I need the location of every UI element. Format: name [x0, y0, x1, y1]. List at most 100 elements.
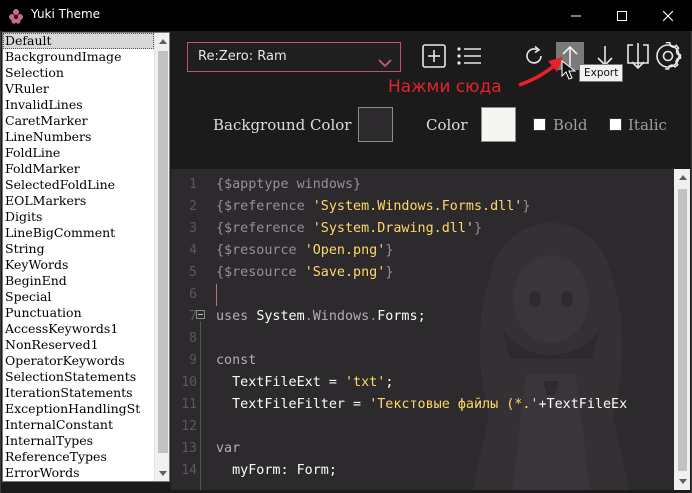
list-item[interactable]: CaretMarker: [3, 113, 154, 129]
list-item[interactable]: SelectedFoldLine: [3, 177, 154, 193]
line-number: 10: [181, 375, 197, 390]
code-editor[interactable]: 1 2 3 4 5 6 7 8 9 10 11 12 13 14 {$apptype windows} {$…: [171, 169, 690, 490]
line-number: 14: [181, 463, 197, 478]
list-item[interactable]: InvalidLines: [3, 97, 154, 113]
list-item[interactable]: Punctuation: [3, 305, 154, 321]
line-number: 11: [181, 397, 197, 412]
list-item[interactable]: Special: [3, 289, 154, 305]
bold-checkbox[interactable]: [533, 118, 546, 131]
list-item[interactable]: Default: [3, 33, 154, 49]
list-item[interactable]: InternalTypes: [3, 433, 154, 449]
line-number: 4: [189, 243, 197, 258]
code-token: 'Open.png': [304, 243, 386, 258]
list-item[interactable]: String: [3, 241, 154, 257]
code-token: TextFileFilter =: [216, 397, 370, 412]
editor-scroll-thumb[interactable]: [678, 189, 687, 471]
list-item[interactable]: OperatorKeywords: [3, 353, 154, 369]
mouse-cursor-icon: [561, 60, 577, 80]
code-line: {$resource 'Save.png'}: [216, 262, 666, 284]
list-item[interactable]: Digits: [3, 209, 154, 225]
code-token: 'System.Windows.Forms.dll': [312, 199, 523, 214]
code-line: {$reference 'System.Windows.Forms.dll'}: [216, 196, 666, 218]
window-title: Yuki Theme: [31, 7, 101, 21]
code-area[interactable]: {$apptype windows} {$reference 'System.Wi…: [216, 174, 666, 482]
fold-line: [200, 321, 201, 490]
element-list-items: Default BackgroundImage Selection VRuler Inv…: [3, 33, 154, 481]
line-number-gutter: 1 2 3 4 5 6 7 8 9 10 11 12 13 14: [171, 174, 197, 482]
list-item[interactable]: ErrorWords: [3, 465, 154, 481]
manage-themes-button[interactable]: [455, 42, 483, 70]
list-item[interactable]: InternalConstant: [3, 417, 154, 433]
fold-marker-icon[interactable]: [196, 310, 205, 319]
background-color-swatch[interactable]: [358, 107, 393, 142]
list-item[interactable]: FoldLine: [3, 145, 154, 161]
code-token: ;: [417, 309, 426, 324]
settings-icon: [656, 42, 682, 70]
line-number: 13: [181, 441, 197, 456]
list-icon: [457, 47, 481, 65]
code-token: {$resource: [216, 243, 305, 258]
theme-select[interactable]: Re:Zero: Ram: [187, 42, 401, 72]
code-token: 'Текстовые файлы (*.': [369, 397, 539, 412]
code-token: ;: [385, 375, 394, 390]
line-number: 9: [189, 353, 197, 368]
code-token: 'txt': [345, 375, 386, 390]
add-theme-button[interactable]: [420, 42, 448, 70]
code-token: {$reference: [216, 221, 313, 236]
element-list-scroll-thumb[interactable]: [158, 51, 168, 453]
code-token: System: [256, 309, 305, 324]
background-color-label: Background Color: [213, 116, 352, 134]
list-item[interactable]: EOLMarkers: [3, 193, 154, 209]
code-token: 'Save.png': [304, 265, 386, 280]
code-line: {$resource 'Open.png'}: [216, 240, 666, 262]
list-item[interactable]: NonReserved1: [3, 337, 154, 353]
line-number: 1: [189, 177, 197, 192]
element-list[interactable]: Default BackgroundImage Selection VRuler Inv…: [2, 32, 170, 482]
hint-arrow-icon: [518, 57, 563, 87]
list-item[interactable]: LineNumbers: [3, 129, 154, 145]
list-item[interactable]: BackgroundImage: [3, 49, 154, 65]
code-line: [216, 284, 666, 306]
scroll-up-arrow-icon[interactable]: [155, 33, 169, 49]
scroll-up-arrow-icon[interactable]: [674, 169, 690, 186]
code-token: const: [216, 353, 257, 368]
list-item[interactable]: Selection: [3, 65, 154, 81]
line-number: 8: [189, 331, 197, 346]
bold-label: Bold: [553, 116, 588, 134]
line-number: 12: [181, 419, 197, 434]
code-line: {$reference 'System.Drawing.dll'}: [216, 218, 666, 240]
list-item[interactable]: ExceptionHandlingSt: [3, 401, 154, 417]
list-item[interactable]: BeginEnd: [3, 273, 154, 289]
element-list-scrollbar[interactable]: [154, 33, 169, 481]
list-item[interactable]: FoldMarker: [3, 161, 154, 177]
code-line: TextFileExt = 'txt';: [216, 372, 666, 394]
scroll-down-arrow-icon[interactable]: [674, 473, 690, 490]
italic-checkbox[interactable]: [609, 118, 622, 131]
code-line: {$apptype windows}: [216, 174, 666, 196]
code-token: var: [216, 441, 241, 456]
line-number: 5: [189, 265, 197, 280]
download-button[interactable]: [624, 42, 652, 70]
code-line: const: [216, 350, 666, 372]
close-button[interactable]: [645, 0, 691, 31]
code-line: TextFileFilter = 'Текстовые файлы (*.'+T…: [216, 394, 666, 416]
list-item[interactable]: LineBigComment: [3, 225, 154, 241]
export-tooltip: Export: [579, 64, 624, 82]
scroll-down-arrow-icon[interactable]: [155, 465, 169, 481]
window-frame-left: [0, 31, 1, 493]
add-icon: [422, 44, 446, 68]
code-token: {$reference: [216, 199, 313, 214]
list-item[interactable]: IterationStatements: [3, 385, 154, 401]
list-item[interactable]: VRuler: [3, 81, 154, 97]
minimize-button[interactable]: [553, 0, 599, 31]
color-swatch[interactable]: [481, 107, 516, 142]
code-token: .: [304, 309, 313, 324]
settings-button[interactable]: [654, 42, 682, 70]
editor-scrollbar[interactable]: [674, 169, 690, 490]
maximize-button[interactable]: [599, 0, 645, 31]
list-item[interactable]: AccessKeywords1: [3, 321, 154, 337]
list-item[interactable]: ReferenceTypes: [3, 449, 154, 465]
list-item[interactable]: KeyWords: [3, 257, 154, 273]
list-item[interactable]: SelectionStatements: [3, 369, 154, 385]
